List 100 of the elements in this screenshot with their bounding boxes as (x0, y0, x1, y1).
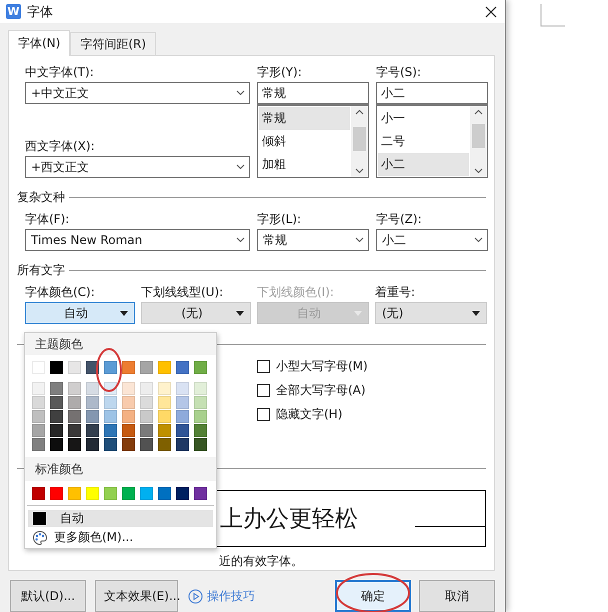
dropdown[interactable]: 常规 (257, 229, 369, 251)
dialog-button[interactable]: 取消 (419, 580, 495, 612)
color-swatch[interactable] (50, 410, 63, 424)
color-swatch[interactable] (158, 396, 171, 410)
color-swatch[interactable] (122, 396, 135, 410)
color-swatch[interactable] (176, 396, 189, 410)
dialog-button[interactable]: 文本效果(E)... (95, 580, 178, 612)
list-item[interactable]: 小二 (378, 153, 469, 176)
color-swatch[interactable] (86, 486, 99, 500)
color-swatch[interactable] (140, 438, 153, 452)
color-swatch[interactable] (50, 382, 63, 396)
tips-link[interactable]: 操作技巧 (188, 588, 255, 604)
automatic-color-item[interactable]: 自动 (28, 510, 213, 528)
color-swatch[interactable] (176, 361, 189, 374)
color-swatch[interactable] (122, 361, 135, 374)
color-swatch[interactable] (140, 396, 153, 410)
color-swatch[interactable] (140, 424, 153, 438)
color-swatch[interactable] (158, 438, 171, 452)
list-item[interactable]: 倾斜 (259, 130, 350, 153)
list-item[interactable]: 二号 (378, 130, 469, 153)
color-swatch[interactable] (158, 382, 171, 396)
color-swatch[interactable] (176, 424, 189, 438)
color-swatch[interactable] (68, 396, 81, 410)
color-swatch[interactable] (50, 486, 63, 500)
color-swatch[interactable] (104, 424, 117, 438)
list-item[interactable]: 加粗 (259, 153, 350, 176)
color-swatch[interactable] (194, 382, 207, 396)
color-swatch[interactable] (32, 382, 45, 396)
input-field[interactable]: 常规 (257, 82, 369, 104)
color-swatch[interactable] (50, 396, 63, 410)
color-swatch[interactable] (68, 486, 81, 500)
color-swatch[interactable] (176, 410, 189, 424)
checkbox[interactable] (257, 360, 270, 374)
dropdown[interactable]: 小二 (376, 229, 488, 251)
scroll-thumb[interactable] (472, 124, 485, 148)
dropdown[interactable]: Times New Roman (25, 229, 250, 251)
color-swatch[interactable] (104, 438, 117, 452)
dialog-button[interactable]: 确定 (335, 580, 411, 612)
color-swatch[interactable] (194, 424, 207, 438)
input-field[interactable]: 小二 (376, 82, 488, 104)
dropdown-button[interactable]: (无) (141, 302, 251, 324)
tab[interactable]: 字符间距(R) (70, 32, 156, 55)
color-swatch[interactable] (86, 424, 99, 438)
color-swatch[interactable] (68, 361, 81, 374)
color-swatch[interactable] (104, 410, 117, 424)
color-swatch[interactable] (194, 486, 207, 500)
color-swatch[interactable] (86, 410, 99, 424)
color-swatch[interactable] (122, 382, 135, 396)
color-swatch[interactable] (86, 438, 99, 452)
color-swatch[interactable] (122, 424, 135, 438)
color-swatch[interactable] (104, 486, 117, 500)
color-swatch[interactable] (86, 396, 99, 410)
scroll-thumb[interactable] (353, 127, 366, 151)
color-swatch[interactable] (122, 438, 135, 452)
color-swatch[interactable] (32, 410, 45, 424)
color-swatch[interactable] (140, 486, 153, 500)
color-swatch[interactable] (140, 382, 153, 396)
color-swatch[interactable] (104, 361, 117, 374)
color-swatch[interactable] (32, 438, 45, 452)
list-item[interactable]: 常规 (259, 107, 350, 130)
color-swatch[interactable] (32, 396, 45, 410)
checkbox[interactable] (257, 408, 270, 422)
dropdown[interactable]: +中文正文 (25, 82, 250, 104)
color-swatch[interactable] (140, 410, 153, 424)
color-swatch[interactable] (158, 424, 171, 438)
color-swatch[interactable] (50, 424, 63, 438)
color-swatch[interactable] (86, 382, 99, 396)
scrollbar[interactable] (351, 106, 368, 177)
color-swatch[interactable] (140, 361, 153, 374)
color-swatch[interactable] (176, 382, 189, 396)
dialog-button[interactable]: 默认(D)... (10, 580, 86, 612)
color-swatch[interactable] (194, 396, 207, 410)
list-item[interactable]: 小一 (378, 107, 469, 130)
color-swatch[interactable] (122, 486, 135, 500)
color-swatch[interactable] (158, 361, 171, 374)
color-swatch[interactable] (32, 424, 45, 438)
color-swatch[interactable] (68, 410, 81, 424)
dropdown[interactable]: +西文正文 (25, 156, 250, 178)
color-swatch[interactable] (50, 361, 63, 374)
dropdown-button[interactable]: 自动 (25, 302, 135, 324)
color-swatch[interactable] (194, 438, 207, 452)
color-swatch[interactable] (158, 410, 171, 424)
color-swatch[interactable] (122, 410, 135, 424)
color-swatch[interactable] (50, 438, 63, 452)
color-swatch[interactable] (158, 486, 171, 500)
color-swatch[interactable] (176, 486, 189, 500)
close-icon[interactable] (485, 6, 497, 18)
color-swatch[interactable] (176, 438, 189, 452)
scrollbar[interactable] (470, 106, 487, 177)
color-swatch[interactable] (68, 424, 81, 438)
color-swatch[interactable] (32, 486, 45, 500)
color-swatch[interactable] (68, 382, 81, 396)
tab[interactable]: 字体(N) (8, 30, 70, 56)
color-swatch[interactable] (194, 361, 207, 374)
color-swatch[interactable] (68, 438, 81, 452)
color-swatch[interactable] (194, 410, 207, 424)
dropdown-button[interactable]: (无) (375, 302, 487, 324)
color-swatch[interactable] (104, 396, 117, 410)
checkbox[interactable] (257, 384, 270, 398)
more-colors-item[interactable]: 更多颜色(M)... (28, 527, 213, 548)
